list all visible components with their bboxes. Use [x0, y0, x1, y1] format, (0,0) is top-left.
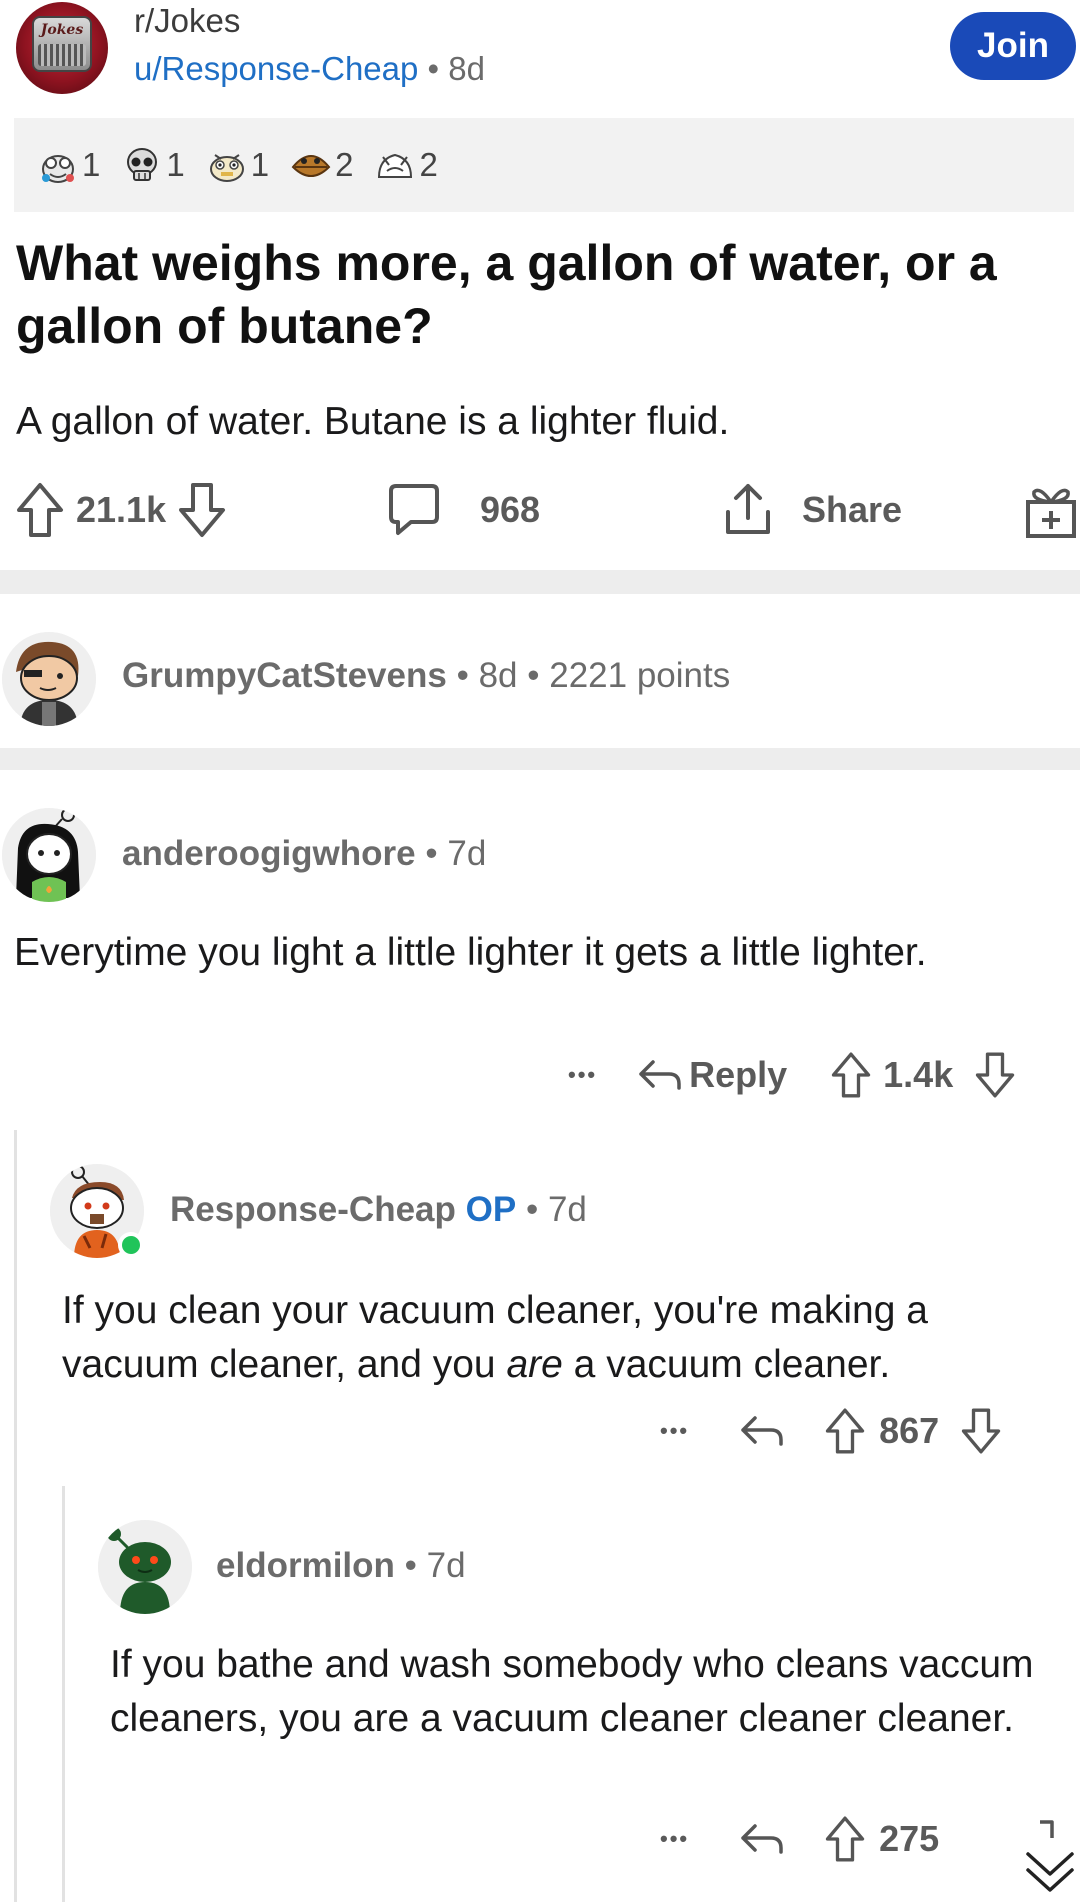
award-item[interactable]: 1 — [120, 143, 185, 187]
share-icon — [726, 484, 770, 534]
award-count: 2 — [419, 146, 438, 183]
downvote-icon[interactable] — [971, 1050, 1019, 1100]
snoo-avatar-icon — [98, 1520, 192, 1614]
comment-username[interactable]: anderoogigwhore — [122, 834, 416, 873]
award-count: 2 — [335, 146, 354, 183]
comment-body: If you bathe and wash somebody who clean… — [110, 1643, 1034, 1740]
commenter-avatar[interactable] — [98, 1520, 192, 1614]
comment-username[interactable]: Response-Cheap — [170, 1190, 456, 1229]
reply-button[interactable]: Reply — [689, 1054, 787, 1096]
reply-arrow-icon[interactable] — [737, 1816, 787, 1862]
comment-actions: ••• Reply 1.4k — [568, 1040, 1019, 1110]
more-options-button[interactable]: ••• — [568, 1062, 597, 1088]
comment-actions: ••• 867 — [660, 1396, 1005, 1466]
meta-separator: • — [527, 656, 540, 695]
byline-separator: • — [427, 50, 440, 87]
more-options-button[interactable]: ••• — [660, 1826, 689, 1852]
comment-meta: GrumpyCatStevens • 8d • 2221 points — [122, 656, 730, 696]
meta-separator: • — [456, 656, 469, 695]
reply-arrow-icon[interactable] — [635, 1052, 685, 1098]
meta-separator: • — [525, 1190, 539, 1229]
comment-score: 275 — [879, 1818, 940, 1859]
snoo-avatar-icon — [2, 808, 96, 902]
post-header: Jokes r/Jokes u/Response-Cheap • 8d Join — [0, 0, 1080, 110]
subreddit-avatar[interactable]: Jokes — [16, 2, 108, 94]
award-item[interactable]: 1 — [36, 143, 100, 187]
comment-points: 2221 points — [549, 656, 731, 695]
comment-body: Everytime you light a little lighter it … — [14, 931, 927, 974]
upvote-icon[interactable] — [821, 1814, 869, 1864]
section-divider — [0, 570, 1080, 594]
vote-group: 21.1k — [14, 470, 228, 550]
comments-button[interactable]: 968 — [386, 470, 540, 550]
meta-separator: • — [404, 1546, 417, 1585]
more-options-button[interactable]: ••• — [660, 1418, 689, 1444]
comment-age: 7d — [447, 834, 487, 873]
online-status-indicator — [118, 1232, 144, 1258]
thread-line[interactable] — [14, 1130, 17, 1902]
comment-meta: Response-Cheap OP • 7d — [170, 1190, 587, 1230]
post-body: A gallon of water. Butane is a lighter f… — [16, 400, 730, 443]
comment-age: 8d — [478, 656, 518, 695]
post-vote-count: 21.1k — [76, 489, 167, 530]
comment-actions: ••• 275 — [660, 1804, 939, 1874]
subreddit-name[interactable]: r/Jokes — [134, 2, 240, 40]
commenter-avatar[interactable] — [2, 632, 96, 726]
snoo-avatar-icon — [2, 632, 96, 726]
award-icon-4 — [291, 155, 331, 177]
comment-age: 7d — [426, 1546, 466, 1585]
comment-bubble-icon — [389, 484, 439, 535]
award-item[interactable]: 2 — [373, 143, 438, 187]
award-item[interactable]: 1 — [205, 143, 269, 187]
award-button[interactable] — [1024, 470, 1078, 550]
thread-line[interactable] — [62, 1486, 65, 1902]
comment-body: If you clean your vacuum cleaner, you're… — [62, 1284, 1074, 1392]
award-count: 1 — [82, 146, 101, 183]
award-icon-5 — [378, 153, 413, 178]
downvote-icon[interactable] — [957, 1406, 1005, 1456]
award-count: 1 — [166, 146, 185, 183]
share-button[interactable]: Share — [720, 470, 902, 550]
post-actions-bar: 21.1k 968 Share — [0, 470, 1080, 550]
avatar-grill — [38, 44, 86, 66]
comment-text-emphasis: are — [506, 1343, 563, 1386]
reply-arrow-icon[interactable] — [737, 1408, 787, 1454]
post-title[interactable]: What weighs more, a gallon of water, or … — [16, 232, 1066, 358]
comment-meta: eldormilon • 7d — [216, 1546, 466, 1586]
gift-award-icon — [1026, 488, 1076, 538]
awards-bar[interactable]: 1 1 1 2 2 — [14, 118, 1074, 212]
op-badge: OP — [465, 1190, 517, 1229]
avatar-logo-text: Jokes — [40, 22, 84, 38]
join-button[interactable]: Join — [950, 12, 1076, 80]
comment-username[interactable]: GrumpyCatStevens — [122, 656, 447, 695]
award-item[interactable]: 2 — [289, 143, 353, 187]
comment-age: 7d — [547, 1190, 587, 1229]
comment-username[interactable]: eldormilon — [216, 1546, 395, 1585]
award-count: 1 — [250, 146, 270, 183]
skull-award-icon — [127, 148, 158, 181]
post-comment-count: 968 — [480, 489, 541, 530]
collapse-thread-chevron-icon[interactable] — [1022, 1846, 1078, 1898]
meta-separator: • — [425, 834, 438, 873]
post-age: 8d — [448, 50, 485, 87]
commenter-avatar[interactable] — [2, 808, 96, 902]
share-label: Share — [802, 489, 903, 530]
award-icon-1 — [42, 155, 74, 183]
comment-score: 867 — [879, 1410, 940, 1451]
comment-score: 1.4k — [883, 1054, 954, 1095]
post-author-link[interactable]: u/Response-Cheap — [134, 50, 418, 87]
upvote-icon[interactable] — [14, 480, 66, 540]
section-divider — [0, 748, 1080, 770]
downvote-icon[interactable] — [176, 480, 228, 540]
comment-meta: anderoogigwhore • 7d — [122, 834, 486, 874]
award-icon-3 — [209, 154, 244, 182]
comment-text: a vacuum cleaner. — [562, 1343, 891, 1386]
upvote-icon[interactable] — [821, 1406, 869, 1456]
upvote-icon[interactable] — [827, 1050, 875, 1100]
post-byline: u/Response-Cheap • 8d — [134, 50, 485, 88]
